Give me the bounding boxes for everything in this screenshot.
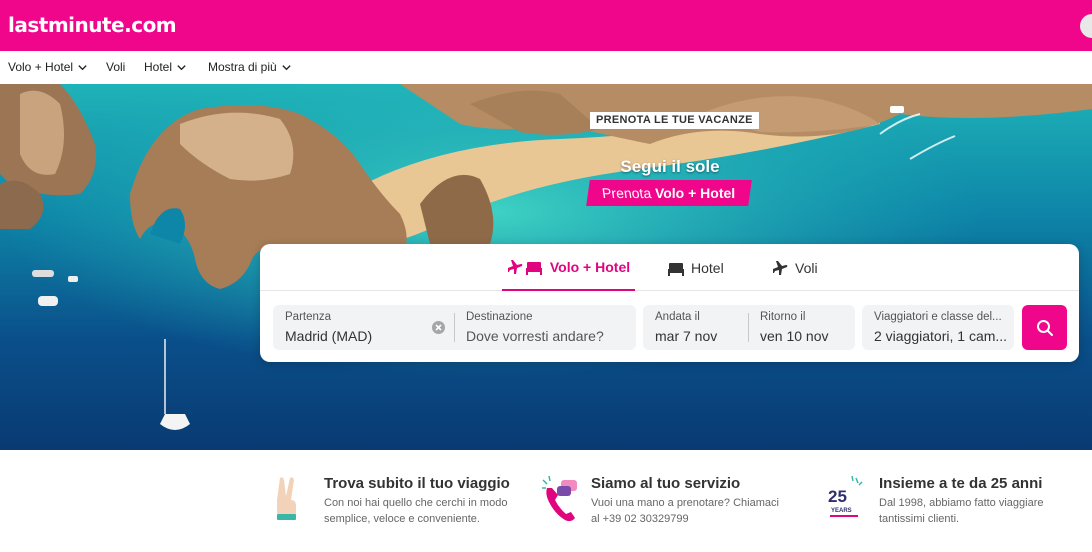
hero-title: Segui il sole: [620, 157, 720, 176]
anniversary-badge-number: 25: [828, 487, 847, 506]
victory-hand-icon: [277, 477, 296, 520]
search-button[interactable]: [1022, 305, 1067, 350]
feature-description-line: Vuoi una mano a prenotare? Chiamaci: [591, 497, 779, 509]
main-nav: Volo + Hotel Voli Hotel Mostra di più: [0, 51, 1092, 84]
nav-item-volo-hotel[interactable]: Volo + Hotel: [8, 60, 88, 74]
tab-volo-hotel[interactable]: Volo + Hotel: [502, 244, 635, 291]
nav-item-voli[interactable]: Voli: [106, 60, 125, 74]
feature-title: Trova subito il tuo viaggio: [324, 475, 510, 492]
anniversary-badge-word: YEARS: [831, 508, 852, 514]
feature-description-line: tantissimi clienti.: [879, 513, 960, 525]
hero-cta-prefix: Prenota: [601, 185, 657, 201]
tab-label: Voli: [795, 259, 818, 276]
feature-description: Vuoi una mano a prenotare? Chiamaci al +…: [591, 495, 779, 527]
destination-input[interactable]: Dove vorresti andare?: [466, 328, 604, 344]
route-field-group: Partenza Madrid (MAD) Destinazione Dove …: [273, 305, 636, 350]
outbound-date-field[interactable]: Andata il mar 7 nov: [643, 305, 748, 350]
destination-field[interactable]: Destinazione Dove vorresti andare?: [454, 305, 636, 350]
departure-label: Partenza: [285, 311, 332, 323]
return-date-field[interactable]: Ritorno il ven 10 nov: [748, 305, 855, 350]
departure-field[interactable]: Partenza Madrid (MAD): [273, 305, 454, 350]
clear-departure-icon[interactable]: [432, 321, 445, 334]
anniversary-25-icon: 25 YEARS: [828, 475, 863, 517]
nav-item-hotel[interactable]: Hotel: [144, 60, 187, 74]
chevron-down-icon: [78, 64, 87, 70]
hero-badge: PRENOTA LE TUE VACANZE: [590, 112, 759, 129]
feature-description-line: semplice, veloce e conveniente.: [324, 513, 480, 525]
chevron-down-icon: [282, 64, 291, 70]
hero-cta-bold: Volo + Hotel: [655, 185, 736, 201]
feature-description: Dal 1998, abbiamo fatto viaggiare tantis…: [879, 495, 1044, 527]
bed-icon: [668, 262, 684, 276]
account-button[interactable]: [1080, 14, 1092, 38]
hero-cta-button[interactable]: Prenota Volo + Hotel: [586, 180, 752, 206]
feature-25-years: 25 YEARS Insieme a te da 25 anni Dal 199…: [826, 474, 1076, 534]
return-label: Ritorno il: [760, 311, 806, 323]
plane-bed-icon: [507, 259, 542, 275]
top-bar: lastminute.com: [0, 0, 1092, 51]
travellers-value: 2 viaggiatori, 1 cam...: [874, 328, 1008, 344]
feature-title: Insieme a te da 25 anni: [879, 475, 1043, 492]
tab-label: Hotel: [691, 259, 724, 276]
outbound-label: Andata il: [655, 311, 700, 323]
nav-item-label: Volo + Hotel: [8, 60, 74, 74]
search-icon: [1036, 319, 1053, 336]
outbound-value: mar 7 nov: [655, 328, 718, 344]
plane-icon: [773, 260, 788, 275]
feature-description-line: Con noi hai quello che cerchi in modo: [324, 497, 508, 509]
tab-hotel[interactable]: Hotel: [668, 244, 724, 291]
chevron-down-icon: [177, 64, 186, 70]
nav-item-label: Voli: [106, 60, 126, 74]
return-value: ven 10 nov: [760, 328, 829, 344]
feature-description-line: al +39 02 30329799: [591, 513, 689, 525]
dates-field-group: Andata il mar 7 nov Ritorno il ven 10 no…: [643, 305, 855, 350]
nav-item-label: Mostra di più: [208, 60, 277, 74]
departure-value: Madrid (MAD): [285, 328, 373, 344]
feature-title: Siamo al tuo servizio: [591, 475, 741, 492]
travellers-field[interactable]: Viaggiatori e classe del... 2 viaggiator…: [862, 305, 1014, 350]
search-tabs: Volo + Hotel Hotel Voli: [260, 244, 1079, 291]
destination-label: Destinazione: [466, 311, 533, 323]
logo[interactable]: lastminute.com: [8, 13, 177, 37]
feature-service: Siamo al tuo servizio Vuoi una mano a pr…: [541, 474, 811, 534]
travellers-label: Viaggiatori e classe del...: [874, 311, 1002, 323]
feature-description-line: Dal 1998, abbiamo fatto viaggiare: [879, 497, 1044, 509]
nav-item-mostra-di-piu[interactable]: Mostra di più: [208, 60, 292, 74]
phone-chat-icon: [542, 475, 577, 522]
tab-voli[interactable]: Voli: [772, 244, 818, 291]
nav-item-label: Hotel: [144, 60, 173, 74]
feature-description: Con noi hai quello che cerchi in modo se…: [324, 495, 507, 527]
tab-label: Volo + Hotel: [549, 258, 631, 275]
search-panel: Volo + Hotel Hotel Voli Partenza Madrid …: [260, 244, 1079, 362]
feature-find-trip: Trova subito il tuo viaggio Con noi hai …: [274, 474, 534, 534]
